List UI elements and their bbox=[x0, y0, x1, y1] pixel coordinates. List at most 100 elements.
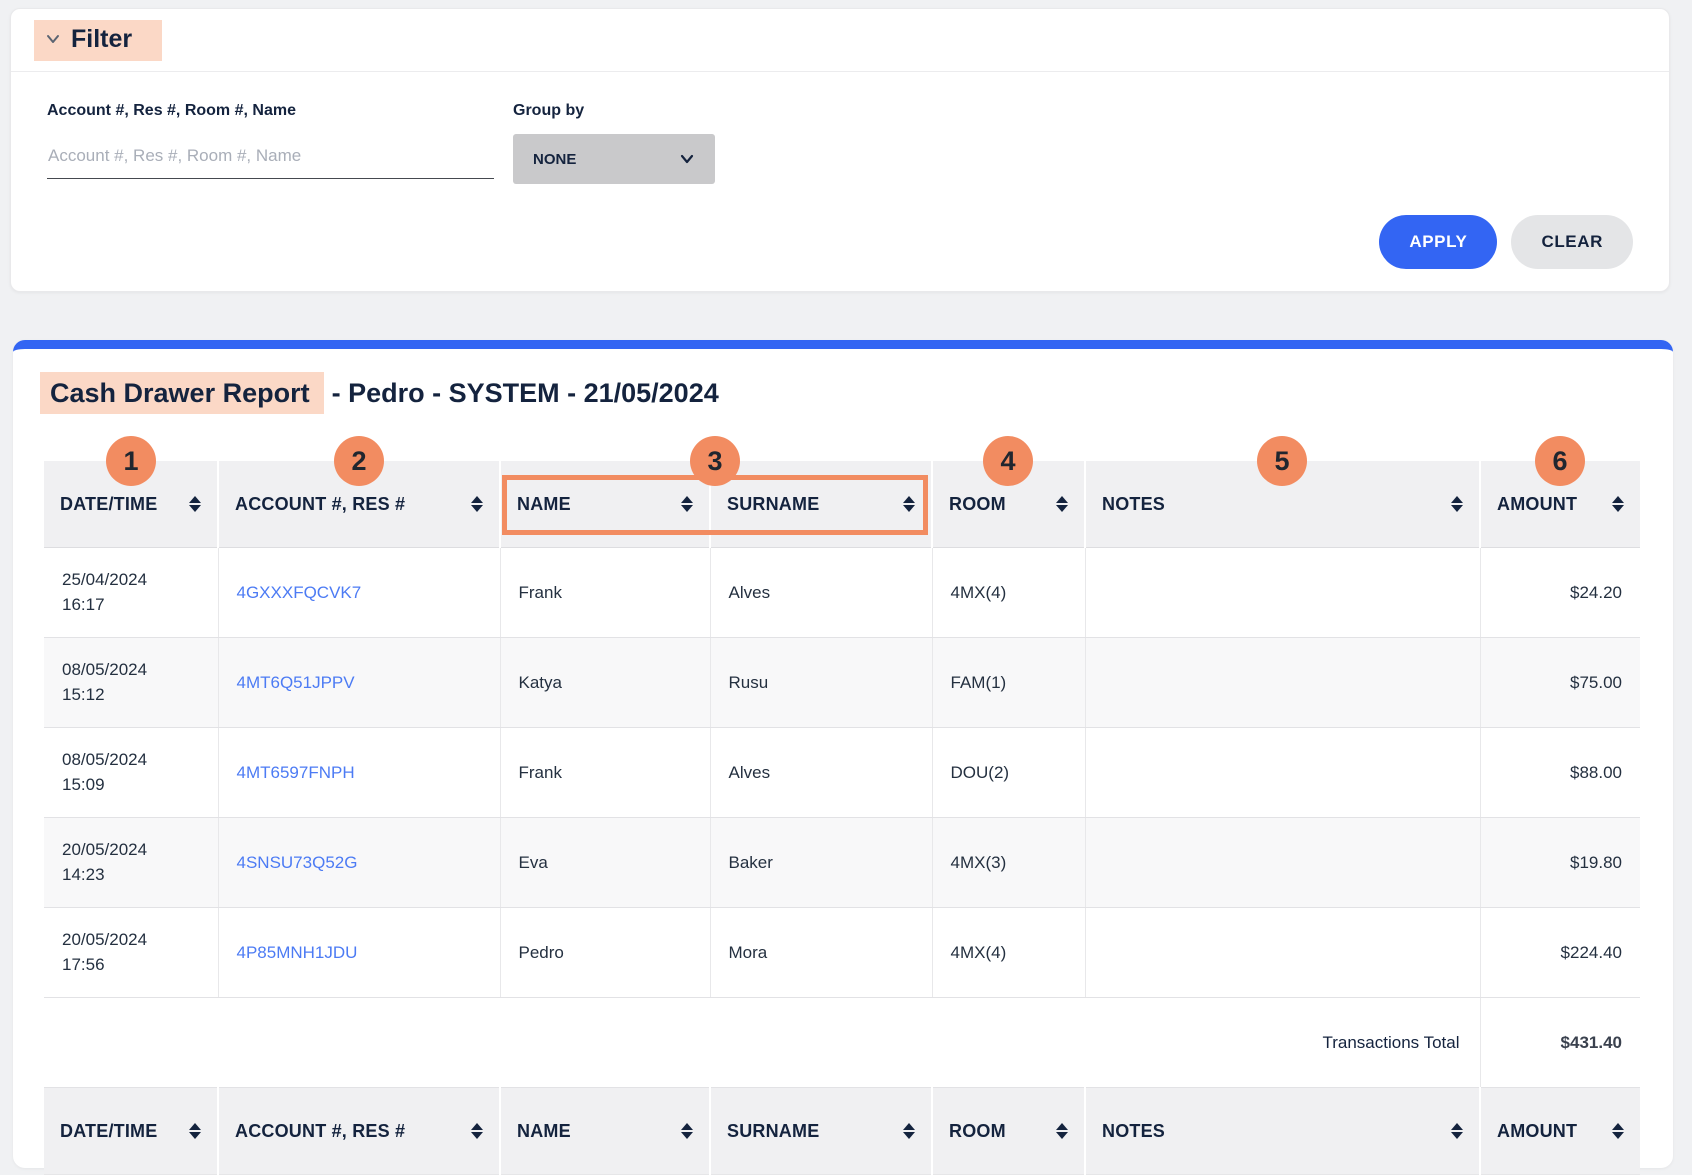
name-cell: Katya bbox=[500, 638, 710, 728]
column-header-name[interactable]: NAME bbox=[500, 461, 710, 548]
account-link[interactable]: 4GXXXFQCVK7 bbox=[237, 583, 362, 602]
account-link[interactable]: 4P85MNH1JDU bbox=[237, 943, 358, 962]
amount-cell: $24.20 bbox=[1480, 548, 1640, 638]
name-cell: Eva bbox=[500, 818, 710, 908]
amount-cell: $88.00 bbox=[1480, 728, 1640, 818]
surname-cell: Alves bbox=[710, 548, 932, 638]
surname-cell: Rusu bbox=[710, 638, 932, 728]
sort-icon[interactable] bbox=[189, 496, 201, 512]
room-cell: DOU(2) bbox=[932, 728, 1085, 818]
table-row: 25/04/202416:17 4GXXXFQCVK7 Frank Alves … bbox=[44, 548, 1640, 638]
filter-body: Account #, Res #, Room #, Name Group by … bbox=[11, 72, 1669, 184]
notes-cell bbox=[1085, 818, 1480, 908]
sort-icon[interactable] bbox=[1056, 1123, 1068, 1139]
name-cell: Frank bbox=[500, 548, 710, 638]
apply-button[interactable]: APPLY bbox=[1379, 215, 1497, 269]
column-header-account[interactable]: ACCOUNT #, RES # bbox=[218, 1088, 500, 1175]
surname-cell: Alves bbox=[710, 728, 932, 818]
column-header-room[interactable]: ROOM bbox=[932, 1088, 1085, 1175]
sort-icon[interactable] bbox=[471, 1123, 483, 1139]
search-input[interactable] bbox=[47, 140, 494, 179]
table-row: 20/05/202414:23 4SNSU73Q52G Eva Baker 4M… bbox=[44, 818, 1640, 908]
sort-icon[interactable] bbox=[189, 1123, 201, 1139]
table-row: 20/05/202417:56 4P85MNH1JDU Pedro Mora 4… bbox=[44, 908, 1640, 998]
notes-cell bbox=[1085, 638, 1480, 728]
sort-icon[interactable] bbox=[1451, 496, 1463, 512]
footer-header-row: DATE/TIME ACCOUNT #, RES # NAME SURNAME … bbox=[44, 1088, 1640, 1175]
page-title: Cash Drawer Report - Pedro - SYSTEM - 21/… bbox=[40, 371, 1673, 415]
search-field: Account #, Res #, Room #, Name bbox=[47, 102, 494, 184]
sort-icon[interactable] bbox=[1612, 496, 1624, 512]
row-date: 08/05/2024 bbox=[62, 748, 200, 773]
chevron-down-icon bbox=[679, 151, 695, 167]
chevron-down-icon bbox=[44, 30, 62, 48]
sort-icon[interactable] bbox=[681, 496, 693, 512]
cash-drawer-table: DATE/TIME ACCOUNT #, RES # NAME SURNAME … bbox=[44, 461, 1640, 1175]
filter-title-highlight[interactable]: Filter bbox=[34, 20, 162, 61]
table-row: 08/05/202415:09 4MT6597FNPH Frank Alves … bbox=[44, 728, 1640, 818]
room-cell: 4MX(4) bbox=[932, 548, 1085, 638]
sort-icon[interactable] bbox=[1612, 1123, 1624, 1139]
notes-cell bbox=[1085, 548, 1480, 638]
room-cell: 4MX(3) bbox=[932, 818, 1085, 908]
amount-cell: $224.40 bbox=[1480, 908, 1640, 998]
search-label: Account #, Res #, Room #, Name bbox=[47, 102, 494, 120]
report-panel: Cash Drawer Report - Pedro - SYSTEM - 21/… bbox=[13, 340, 1673, 1168]
filter-panel: Filter Account #, Res #, Room #, Name Gr… bbox=[10, 8, 1670, 292]
sort-icon[interactable] bbox=[903, 1123, 915, 1139]
account-link[interactable]: 4MT6597FNPH bbox=[237, 763, 355, 782]
step-marker-2: 2 bbox=[334, 436, 384, 486]
column-header-amount[interactable]: AMOUNT bbox=[1480, 1088, 1640, 1175]
datetime-cell: 20/05/202414:23 bbox=[44, 818, 218, 908]
step-marker-1: 1 bbox=[106, 436, 156, 486]
step-marker-3: 3 bbox=[690, 436, 740, 486]
datetime-cell: 25/04/202416:17 bbox=[44, 548, 218, 638]
page-title-highlight: Cash Drawer Report bbox=[40, 372, 324, 414]
filter-title: Filter bbox=[71, 27, 132, 52]
account-link[interactable]: 4SNSU73Q52G bbox=[237, 853, 358, 872]
table-row: 08/05/202415:12 4MT6Q51JPPV Katya Rusu F… bbox=[44, 638, 1640, 728]
total-row: Transactions Total $431.40 bbox=[44, 998, 1640, 1088]
sort-icon[interactable] bbox=[1056, 496, 1068, 512]
sort-icon[interactable] bbox=[681, 1123, 693, 1139]
amount-cell: $75.00 bbox=[1480, 638, 1640, 728]
notes-cell bbox=[1085, 908, 1480, 998]
row-date: 25/04/2024 bbox=[62, 568, 200, 593]
datetime-cell: 08/05/202415:12 bbox=[44, 638, 218, 728]
row-date: 08/05/2024 bbox=[62, 658, 200, 683]
row-time: 15:12 bbox=[62, 683, 200, 708]
row-time: 16:17 bbox=[62, 593, 200, 618]
name-cell: Frank bbox=[500, 728, 710, 818]
transactions-total-amount: $431.40 bbox=[1480, 998, 1640, 1088]
filter-header: Filter bbox=[11, 9, 1669, 72]
group-by-value: NONE bbox=[533, 151, 576, 168]
sort-icon[interactable] bbox=[1451, 1123, 1463, 1139]
column-header-notes[interactable]: NOTES bbox=[1085, 1088, 1480, 1175]
sort-icon[interactable] bbox=[903, 496, 915, 512]
sort-icon[interactable] bbox=[471, 496, 483, 512]
name-cell: Pedro bbox=[500, 908, 710, 998]
column-header-datetime[interactable]: DATE/TIME bbox=[44, 1088, 218, 1175]
surname-cell: Baker bbox=[710, 818, 932, 908]
room-cell: 4MX(4) bbox=[932, 908, 1085, 998]
step-marker-4: 4 bbox=[983, 436, 1033, 486]
step-marker-5: 5 bbox=[1257, 436, 1307, 486]
account-link[interactable]: 4MT6Q51JPPV bbox=[237, 673, 355, 692]
filter-actions: APPLY CLEAR bbox=[1379, 215, 1633, 269]
column-header-name[interactable]: NAME bbox=[500, 1088, 710, 1175]
row-date: 20/05/2024 bbox=[62, 928, 200, 953]
column-header-surname[interactable]: SURNAME bbox=[710, 461, 932, 548]
datetime-cell: 08/05/202415:09 bbox=[44, 728, 218, 818]
room-cell: FAM(1) bbox=[932, 638, 1085, 728]
column-header-surname[interactable]: SURNAME bbox=[710, 1088, 932, 1175]
row-date: 20/05/2024 bbox=[62, 838, 200, 863]
header-row: DATE/TIME ACCOUNT #, RES # NAME SURNAME … bbox=[44, 461, 1640, 548]
clear-button[interactable]: CLEAR bbox=[1511, 215, 1633, 269]
surname-cell: Mora bbox=[710, 908, 932, 998]
group-by-select[interactable]: NONE bbox=[513, 134, 715, 184]
row-time: 15:09 bbox=[62, 773, 200, 798]
group-by-field: Group by NONE bbox=[513, 102, 715, 184]
row-time: 17:56 bbox=[62, 953, 200, 978]
page-title-rest: - Pedro - SYSTEM - 21/05/2024 bbox=[332, 378, 719, 408]
notes-cell bbox=[1085, 728, 1480, 818]
